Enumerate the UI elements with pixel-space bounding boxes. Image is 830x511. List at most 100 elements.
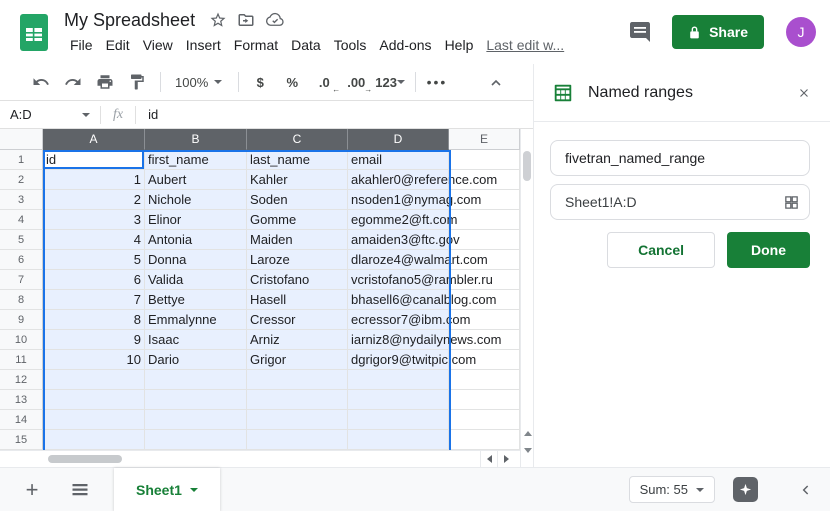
cell-B5[interactable]: Antonia (145, 230, 247, 250)
cell-D5[interactable]: amaiden3@ftc.gov (348, 230, 449, 250)
sum-dropdown[interactable]: Sum: 55 (629, 476, 715, 503)
row-header-5[interactable]: 5 (0, 230, 43, 250)
cell-D3[interactable]: nsoden1@nymag.com (348, 190, 449, 210)
cell-A9[interactable]: 8 (43, 310, 145, 330)
range-reference-input[interactable] (550, 184, 810, 220)
cell-A1[interactable]: id (43, 150, 145, 170)
last-edit-link[interactable]: Last edit w... (486, 37, 564, 53)
cell-E13[interactable] (449, 390, 520, 410)
cell-A15[interactable] (43, 430, 145, 450)
cell-A11[interactable]: 10 (43, 350, 145, 370)
increase-decimal-button[interactable]: .00→ (343, 69, 369, 95)
cell-A3[interactable]: 2 (43, 190, 145, 210)
hide-menus-button[interactable] (483, 70, 509, 96)
formula-input[interactable]: id (136, 107, 533, 122)
cell-C3[interactable]: Soden (247, 190, 348, 210)
row-header-3[interactable]: 3 (0, 190, 43, 210)
cell-D12[interactable] (348, 370, 449, 390)
cell-B4[interactable]: Elinor (145, 210, 247, 230)
cell-B3[interactable]: Nichole (145, 190, 247, 210)
cell-C6[interactable]: Laroze (247, 250, 348, 270)
cell-C14[interactable] (247, 410, 348, 430)
cell-A14[interactable] (43, 410, 145, 430)
sheet-tab-sheet1[interactable]: Sheet1 (114, 468, 220, 511)
collapse-panel-chevron-icon[interactable] (798, 482, 814, 498)
cell-C9[interactable]: Cressor (247, 310, 348, 330)
comment-history-icon[interactable] (628, 20, 652, 44)
name-box[interactable]: A:D (0, 101, 100, 128)
cell-A13[interactable] (43, 390, 145, 410)
format-currency-button[interactable]: $ (247, 69, 273, 95)
column-header-B[interactable]: B (145, 129, 247, 150)
zoom-select[interactable]: 100% (169, 69, 228, 95)
all-sheets-button[interactable] (64, 474, 96, 506)
cell-C7[interactable]: Cristofano (247, 270, 348, 290)
cell-A10[interactable]: 9 (43, 330, 145, 350)
cell-C12[interactable] (247, 370, 348, 390)
cell-A6[interactable]: 5 (43, 250, 145, 270)
cell-B15[interactable] (145, 430, 247, 450)
row-header-11[interactable]: 11 (0, 350, 43, 370)
cell-D9[interactable]: ecressor7@ibm.com (348, 310, 449, 330)
cell-E4[interactable] (449, 210, 520, 230)
cell-C13[interactable] (247, 390, 348, 410)
cell-A8[interactable]: 7 (43, 290, 145, 310)
cell-B2[interactable]: Aubert (145, 170, 247, 190)
select-data-range-icon[interactable] (783, 194, 800, 211)
cell-C8[interactable]: Hasell (247, 290, 348, 310)
cell-E15[interactable] (449, 430, 520, 450)
column-header-D[interactable]: D (348, 129, 449, 150)
menu-format[interactable]: Format (228, 35, 284, 55)
cell-D14[interactable] (348, 410, 449, 430)
redo-button[interactable] (60, 69, 86, 95)
cell-C11[interactable]: Grigor (247, 350, 348, 370)
cell-B6[interactable]: Donna (145, 250, 247, 270)
cell-D6[interactable]: dlaroze4@walmart.com (348, 250, 449, 270)
cell-A4[interactable]: 3 (43, 210, 145, 230)
cell-B8[interactable]: Bettye (145, 290, 247, 310)
cell-D2[interactable]: akahler0@reference.com (348, 170, 449, 190)
more-toolbar-options-button[interactable]: ••• (424, 69, 450, 95)
menu-view[interactable]: View (137, 35, 179, 55)
cell-C4[interactable]: Gomme (247, 210, 348, 230)
undo-button[interactable] (28, 69, 54, 95)
row-header-12[interactable]: 12 (0, 370, 43, 390)
row-header-7[interactable]: 7 (0, 270, 43, 290)
row-header-9[interactable]: 9 (0, 310, 43, 330)
more-formats-button[interactable]: 123 (375, 69, 405, 95)
row-header-13[interactable]: 13 (0, 390, 43, 410)
select-all-corner[interactable] (0, 129, 43, 150)
cell-E1[interactable] (449, 150, 520, 170)
avatar[interactable]: J (786, 17, 816, 47)
cell-B11[interactable]: Dario (145, 350, 247, 370)
cell-B13[interactable] (145, 390, 247, 410)
add-sheet-button[interactable]: + (16, 474, 48, 506)
column-header-E[interactable]: E (449, 129, 520, 150)
explore-button[interactable] (733, 477, 758, 502)
cell-B9[interactable]: Emmalynne (145, 310, 247, 330)
cancel-button[interactable]: Cancel (607, 232, 715, 268)
cell-D13[interactable] (348, 390, 449, 410)
move-to-folder-icon[interactable] (237, 11, 255, 29)
menu-addons[interactable]: Add-ons (373, 35, 437, 55)
cell-C10[interactable]: Arniz (247, 330, 348, 350)
column-header-A[interactable]: A (43, 129, 145, 150)
row-header-8[interactable]: 8 (0, 290, 43, 310)
cell-A2[interactable]: 1 (43, 170, 145, 190)
cell-C1[interactable]: last_name (247, 150, 348, 170)
row-header-10[interactable]: 10 (0, 330, 43, 350)
star-icon[interactable] (209, 11, 227, 29)
cell-C5[interactable]: Maiden (247, 230, 348, 250)
cell-D8[interactable]: bhasell6@canalblog.com (348, 290, 449, 310)
cell-E14[interactable] (449, 410, 520, 430)
cell-D11[interactable]: dgrigor9@twitpic.com (348, 350, 449, 370)
paint-format-button[interactable] (124, 69, 150, 95)
format-percent-button[interactable]: % (279, 69, 305, 95)
decrease-decimal-button[interactable]: .0← (311, 69, 337, 95)
cell-A5[interactable]: 4 (43, 230, 145, 250)
menu-edit[interactable]: Edit (100, 35, 136, 55)
menu-file[interactable]: File (64, 35, 99, 55)
print-button[interactable] (92, 69, 118, 95)
menu-insert[interactable]: Insert (180, 35, 227, 55)
cell-E12[interactable] (449, 370, 520, 390)
